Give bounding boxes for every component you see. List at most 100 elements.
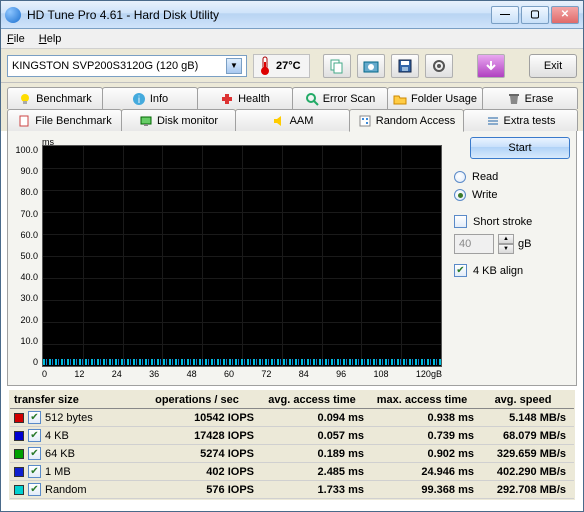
row-checkbox[interactable]: ✔ [28, 429, 41, 442]
screenshot-button[interactable] [357, 54, 385, 78]
menubar: File Help [1, 29, 583, 49]
x-tick: 36 [149, 369, 159, 379]
radio-label: Write [472, 189, 497, 201]
row-checkbox[interactable]: ✔ [28, 447, 41, 460]
results-table: transfer size operations / sec avg. acce… [9, 390, 575, 500]
tab-label: Folder Usage [411, 93, 477, 105]
cell-spd: 68.079 MB/s [480, 430, 574, 442]
row-checkbox[interactable]: ✔ [28, 465, 41, 478]
color-swatch [14, 467, 24, 477]
cell-size: 4 KB [45, 430, 69, 442]
tab-info[interactable]: i Info [102, 87, 198, 109]
cell-size: 512 bytes [45, 412, 93, 424]
tab-erase[interactable]: Erase [482, 87, 578, 109]
table-row: ✔4 KB17428 IOPS0.057 ms0.739 ms68.079 MB… [10, 427, 574, 445]
stroke-input[interactable]: 40 [454, 234, 494, 254]
copy-info-button[interactable] [323, 54, 351, 78]
speaker-icon [272, 114, 286, 128]
menu-help[interactable]: Help [39, 33, 62, 45]
cell-avg: 1.733 ms [260, 484, 370, 496]
tabs-row-2: File Benchmark Disk monitor AAM Random A… [1, 109, 583, 131]
x-tick: 12 [74, 369, 84, 379]
chevron-down-icon[interactable]: ▼ [226, 58, 242, 74]
x-tick: 24 [112, 369, 122, 379]
svg-text:i: i [138, 95, 140, 106]
start-button[interactable]: Start [470, 137, 570, 159]
health-icon [220, 92, 234, 106]
tabs-row-1: Benchmark i Info Health Error Scan Folde… [1, 83, 583, 109]
maximize-button[interactable]: ▢ [521, 6, 549, 24]
settings-button[interactable] [425, 54, 453, 78]
folder-icon [393, 92, 407, 106]
y-tick: 60.0 [20, 230, 38, 240]
spinner-up[interactable]: ▲ [498, 234, 514, 244]
check-label: Short stroke [473, 216, 532, 228]
tab-label: Random Access [376, 115, 455, 127]
row-checkbox[interactable]: ✔ [28, 483, 41, 496]
radio-icon [454, 171, 466, 183]
cell-ops: 402 IOPS [140, 466, 260, 478]
x-tick: 96 [336, 369, 346, 379]
y-tick: 20.0 [20, 315, 38, 325]
radio-read[interactable]: Read [454, 171, 570, 183]
color-swatch [14, 431, 24, 441]
titlebar: HD Tune Pro 4.61 - Hard Disk Utility — ▢… [1, 1, 583, 29]
download-icon [484, 59, 498, 73]
cell-max: 99.368 ms [370, 484, 480, 496]
radio-write[interactable]: Write [454, 189, 570, 201]
table-row: ✔Random576 IOPS1.733 ms99.368 ms292.708 … [10, 481, 574, 499]
scatter-points [43, 359, 441, 365]
tab-label: AAM [290, 115, 314, 127]
stroke-unit: gB [518, 238, 531, 250]
cell-max: 0.902 ms [370, 448, 480, 460]
search-icon [305, 92, 319, 106]
cell-avg: 0.189 ms [260, 448, 370, 460]
cell-size: Random [45, 484, 87, 496]
tab-extra-tests[interactable]: Extra tests [463, 109, 578, 131]
tab-file-benchmark[interactable]: File Benchmark [7, 109, 122, 131]
x-tick: 108 [374, 369, 389, 379]
save-button[interactable] [391, 54, 419, 78]
cell-max: 24.946 ms [370, 466, 480, 478]
check-4kb-align[interactable]: ✔ 4 KB align [454, 264, 570, 277]
y-tick: 40.0 [20, 272, 38, 282]
close-button[interactable]: ✕ [551, 6, 579, 24]
tab-disk-monitor[interactable]: Disk monitor [121, 109, 236, 131]
row-checkbox[interactable]: ✔ [28, 411, 41, 424]
col-header-ops: operations / sec [140, 394, 260, 406]
color-swatch [14, 485, 24, 495]
cell-spd: 329.659 MB/s [480, 448, 574, 460]
thermometer-icon [258, 56, 272, 76]
y-axis: 100.0 90.0 80.0 70.0 60.0 50.0 40.0 30.0… [14, 145, 42, 367]
tab-aam[interactable]: AAM [235, 109, 350, 131]
cell-size: 1 MB [45, 466, 71, 478]
cell-ops: 5274 IOPS [140, 448, 260, 460]
menu-file[interactable]: File [7, 33, 25, 45]
tab-error-scan[interactable]: Error Scan [292, 87, 388, 109]
results-header: transfer size operations / sec avg. acce… [10, 391, 574, 409]
spinner-down[interactable]: ▼ [498, 244, 514, 254]
info-icon: i [132, 92, 146, 106]
load-button[interactable] [477, 54, 505, 78]
exit-label: Exit [544, 60, 562, 72]
check-short-stroke[interactable]: Short stroke [454, 215, 570, 228]
tab-benchmark[interactable]: Benchmark [7, 87, 103, 109]
minimize-button[interactable]: — [491, 6, 519, 24]
tab-random-access[interactable]: Random Access [349, 109, 464, 132]
copy-icon [329, 58, 345, 74]
y-tick: 80.0 [20, 187, 38, 197]
tab-label: Extra tests [504, 115, 556, 127]
tab-health[interactable]: Health [197, 87, 293, 109]
drive-select[interactable]: KINGSTON SVP200S3120G (120 gB) ▼ [7, 55, 247, 77]
temperature-value: 27°C [276, 60, 301, 72]
tab-label: Disk monitor [157, 115, 218, 127]
chart-plot [42, 145, 442, 367]
cell-spd: 292.708 MB/s [480, 484, 574, 496]
camera-icon [363, 58, 379, 74]
tab-folder-usage[interactable]: Folder Usage [387, 87, 483, 109]
chart-area: ms 100.0 90.0 80.0 70.0 60.0 50.0 40.0 3… [14, 137, 444, 379]
y-tick: 10.0 [20, 336, 38, 346]
exit-button[interactable]: Exit [529, 54, 577, 78]
cell-max: 0.938 ms [370, 412, 480, 424]
checkbox-icon [454, 215, 467, 228]
